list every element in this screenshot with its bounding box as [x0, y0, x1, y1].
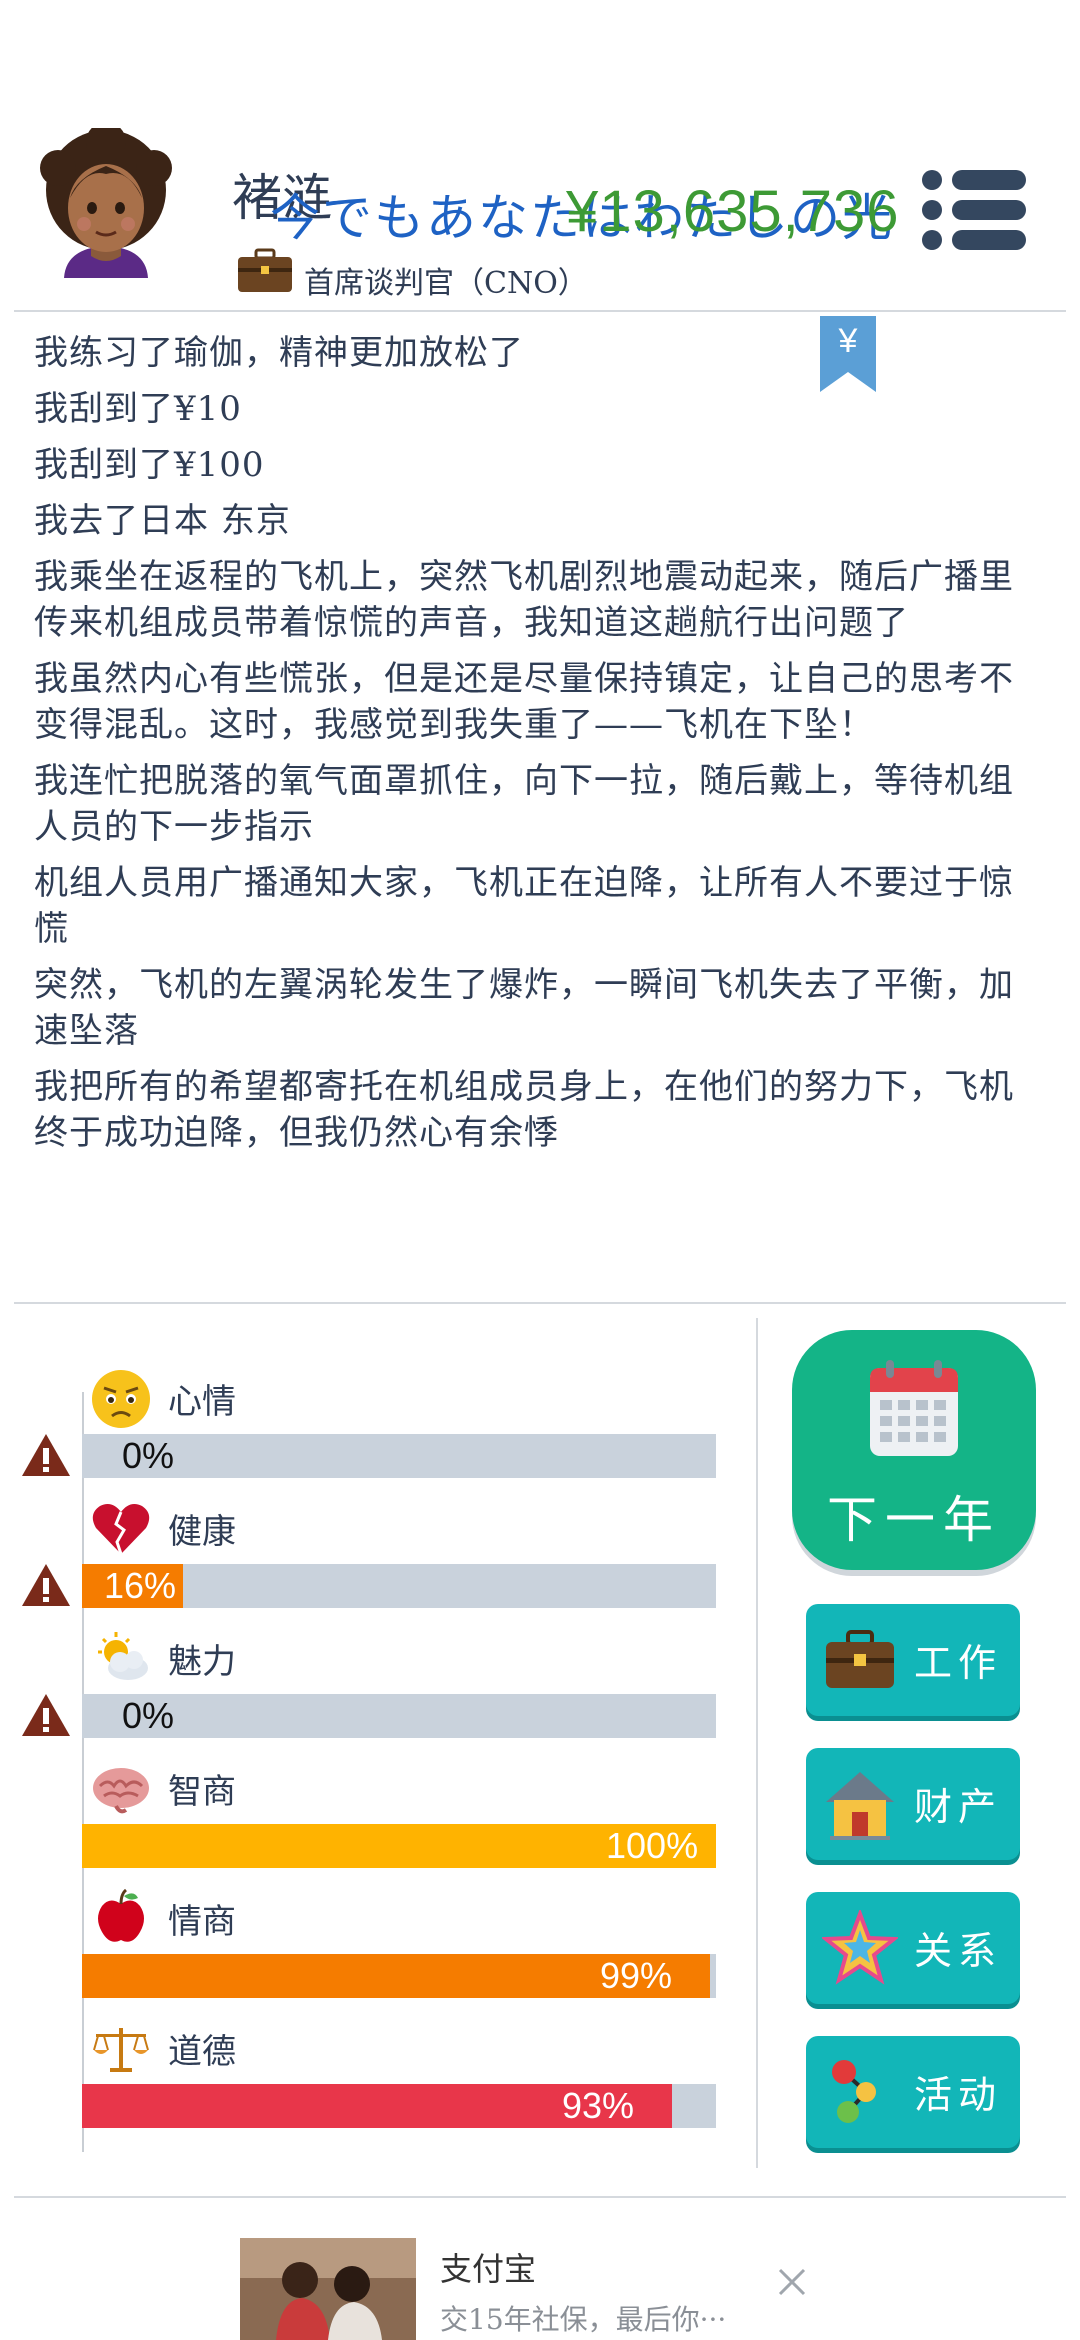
relations-label: 关系 [914, 1929, 1003, 1973]
relations-button[interactable]: 关系 [806, 1892, 1020, 2004]
stat-bar-eq: 99% [82, 1954, 716, 1998]
log-entry: 我连忙把脱落的氧气面罩抓住，向下一拉，随后戴上，等待机组人员的下一步指示 [34, 761, 1014, 847]
brain-icon [93, 1768, 149, 1814]
stat-label-mood: 心情 [168, 1382, 236, 1422]
money-balance: ¥13,635,736 [566, 179, 900, 244]
log-entry: 我刮到了¥10 [34, 389, 242, 429]
warning-icon [22, 1564, 70, 1606]
house-icon [826, 1772, 894, 1840]
ad-description[interactable]: 交15年社保，最后你··· [440, 2298, 726, 2338]
ad-divider [14, 2196, 1066, 2198]
stats-separator [756, 1318, 758, 2168]
stat-bar-charm: 0% [82, 1694, 716, 1738]
warning-icon [22, 1694, 70, 1736]
sun-cloud-icon [98, 1632, 148, 1680]
stat-label-eq: 情商 [168, 1902, 236, 1942]
briefcase-icon [238, 248, 292, 292]
stat-value: 0% [122, 1435, 175, 1476]
log-entry: 我虽然内心有些慌张，但是还是尽量保持镇定，让自己的思考不变得混乱。这时，我感觉到… [34, 659, 1014, 745]
activity-button[interactable]: 活动 [806, 2036, 1020, 2148]
molecule-icon [832, 2060, 876, 2123]
close-icon[interactable] [776, 2266, 808, 2298]
stat-label-morality: 道德 [168, 2032, 236, 2072]
avatar[interactable] [36, 128, 176, 288]
log-entry: 我去了日本 东京 [34, 501, 291, 541]
stat-bar-iq: 100% [82, 1824, 716, 1868]
star-icon [822, 1910, 898, 1985]
stat-bar-health: 16% [82, 1564, 716, 1608]
stat-label-iq: 智商 [168, 1772, 236, 1812]
log-entry: 突然，飞机的左翼涡轮发生了爆炸，一瞬间飞机失去了平衡，加速坠落 [34, 965, 1014, 1051]
stat-value: 100% [606, 1825, 699, 1866]
apple-icon [98, 1888, 144, 1942]
scales-icon [93, 2028, 149, 2072]
next-year-button[interactable]: 下一年 [792, 1330, 1036, 1570]
warning-icon [22, 1434, 70, 1476]
broken-heart-icon [92, 1504, 150, 1555]
stat-value: 16% [104, 1565, 177, 1606]
work-label: 工作 [914, 1641, 1003, 1685]
calendar-icon [870, 1360, 958, 1456]
log-divider [14, 1302, 1066, 1304]
briefcase-icon [826, 1630, 894, 1688]
stat-bar-mood: 0% [82, 1434, 716, 1478]
property-label: 财产 [914, 1785, 1003, 1829]
menu-icon[interactable] [918, 168, 1028, 252]
activity-label: 活动 [914, 2073, 1003, 2117]
event-log: 我练习了瑜伽，精神更加放松了 我刮到了¥10 我刮到了¥100 我去了日本 东京… [34, 330, 1024, 1166]
property-button[interactable]: 财产 [806, 1748, 1020, 1860]
log-entry: 我把所有的希望都寄托在机组成员身上，在他们的努力下，飞机终于成功迫降，但我仍然心… [34, 1067, 1014, 1153]
stat-label-health: 健康 [168, 1512, 236, 1552]
header-divider [14, 310, 1066, 312]
stat-bar-morality: 93% [82, 2084, 716, 2128]
ad-title[interactable]: 支付宝 [440, 2244, 536, 2290]
work-button[interactable]: 工作 [806, 1604, 1020, 1716]
stat-value: 0% [122, 1695, 175, 1736]
bookmark-symbol: ¥ [838, 322, 858, 360]
ad-image[interactable] [240, 2238, 416, 2340]
next-year-label: 下一年 [827, 1491, 1001, 1549]
log-entry: 我乘坐在返程的飞机上，突然飞机剧烈地震动起来，随后广播里传来机组成员带着惊慌的声… [34, 557, 1014, 643]
stat-label-charm: 魅力 [168, 1642, 236, 1682]
stat-value: 99% [600, 1955, 673, 1996]
log-entry: 机组人员用广播通知大家，飞机正在迫降，让所有人不要过于惊慌 [34, 863, 1014, 949]
job-title: 首席谈判官（CNO） [304, 266, 588, 301]
money-bookmark-button[interactable]: ¥ [820, 316, 876, 392]
stats-axis-line [82, 1392, 84, 2152]
stat-value: 93% [562, 2085, 635, 2126]
log-entry: 我刮到了¥100 [34, 445, 265, 485]
worried-face-icon [92, 1370, 150, 1428]
